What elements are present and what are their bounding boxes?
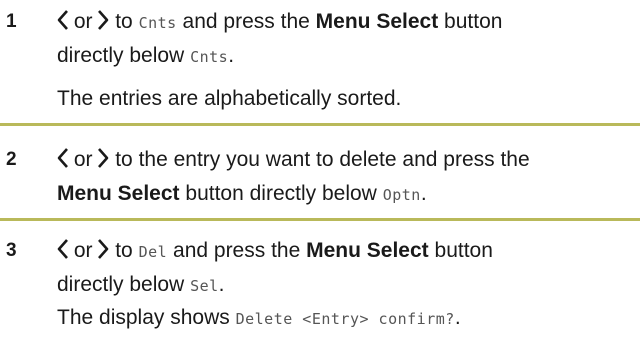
button-name: Menu Select xyxy=(306,239,429,262)
step-line: or to the entry you want to delete and p… xyxy=(57,144,636,178)
step-number: 2 xyxy=(6,149,17,170)
or-text: or xyxy=(73,10,93,33)
button-name: Menu Select xyxy=(57,182,180,205)
step-line: directly below Cnts. xyxy=(57,40,636,73)
lcd-target: Del xyxy=(138,243,168,261)
period: . xyxy=(420,182,427,205)
or-text: or xyxy=(73,239,93,262)
directly-below-text: button directly below xyxy=(185,182,377,205)
lcd-display: Delete <Entry> confirm? xyxy=(235,310,455,328)
button-word: button xyxy=(434,239,493,262)
step-body: or to Cnts and press the Menu Select but… xyxy=(57,6,636,115)
press-text: and press the xyxy=(173,239,301,262)
button-name: Menu Select xyxy=(315,10,439,33)
scroll-left-icon xyxy=(57,237,68,269)
directly-below-text: directly below xyxy=(57,44,185,67)
scroll-left-icon xyxy=(57,146,68,178)
step-line: or to Del and press the Menu Select butt… xyxy=(57,235,636,269)
scroll-right-icon xyxy=(98,8,109,40)
to-text: to xyxy=(115,10,133,33)
scroll-left-icon xyxy=(57,8,68,40)
instruction-text: to the entry you want to delete and pres… xyxy=(115,148,530,171)
divider xyxy=(0,218,640,221)
step-number: 1 xyxy=(6,11,17,32)
directly-below-text: directly below xyxy=(57,273,185,296)
press-text: and press the xyxy=(182,10,310,33)
step-line: Menu Select button directly below Optn. xyxy=(57,178,636,211)
step-note: The entries are alphabetically sorted. xyxy=(57,87,402,110)
lcd-below: Cnts xyxy=(190,48,229,66)
period: . xyxy=(218,273,225,296)
to-text: to xyxy=(115,239,133,262)
step-body: or to Del and press the Menu Select butt… xyxy=(57,235,636,335)
step-number: 3 xyxy=(6,240,17,261)
step-line: or to Cnts and press the Menu Select but… xyxy=(57,6,636,40)
or-text: or xyxy=(73,148,93,171)
scroll-right-icon xyxy=(98,237,109,269)
step-body: or to the entry you want to delete and p… xyxy=(57,144,636,211)
period: . xyxy=(228,44,235,67)
display-text: The display shows xyxy=(57,306,230,329)
scroll-right-icon xyxy=(98,146,109,178)
period: . xyxy=(454,306,461,329)
step-line: The display shows Delete <Entry> confirm… xyxy=(57,302,636,335)
lcd-below: Optn xyxy=(382,186,421,204)
lcd-target: Cnts xyxy=(138,14,177,32)
button-word: button xyxy=(444,10,503,33)
lcd-below: Sel xyxy=(190,277,219,295)
divider xyxy=(0,123,640,126)
step-line: directly below Sel. xyxy=(57,269,636,302)
